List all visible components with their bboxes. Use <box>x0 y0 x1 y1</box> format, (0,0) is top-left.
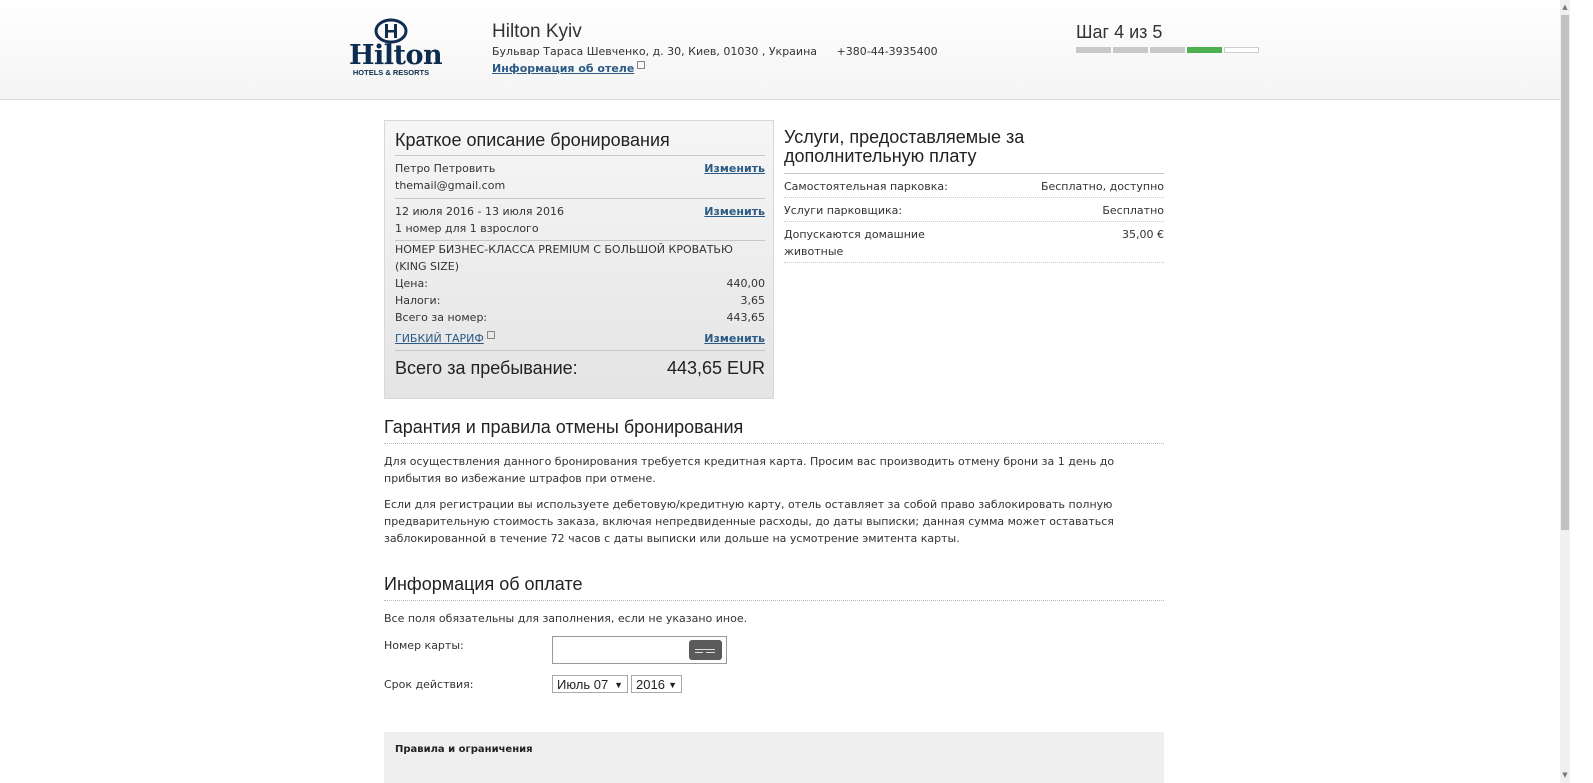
service-value: Бесплатно, доступно <box>1040 180 1164 193</box>
guest-row: Петро Петровить themail@gmail.com Измени… <box>395 160 765 194</box>
service-label: Самостоятельная парковка: <box>784 180 948 193</box>
logo-name: Hilton <box>349 40 443 71</box>
guest-email: themail@gmail.com <box>395 179 506 192</box>
divider <box>395 350 765 351</box>
scroll-up-arrow-icon[interactable]: ▲ <box>1561 2 1569 12</box>
room-type: НОМЕР БИЗНЕС-КЛАССА PREMIUM С БОЛЬШОЙ КР… <box>395 243 733 273</box>
expiry-month-select[interactable]: Июль 07 ▼ <box>552 675 628 693</box>
room-total-label: Всего за номер: <box>395 311 488 324</box>
progress-segment-5 <box>1224 47 1259 53</box>
payment-title: Информация об оплате <box>384 574 1164 601</box>
hilton-logo[interactable]: Hilton HOTELS & RESORTS <box>349 18 443 78</box>
guarantee-text-1: Для осуществления данного бронирования т… <box>384 455 1115 485</box>
paid-services-panel: Услуги, предоставляемые за дополнительну… <box>784 128 1164 263</box>
service-label: Допускаются домашние животные <box>784 228 925 258</box>
hotel-address: Бульвар Тараса Шевченко, д. 30, Киев, 01… <box>492 45 818 58</box>
page-header: Hilton HOTELS & RESORTS Hilton Kyiv Буль… <box>0 0 1560 100</box>
expiry-year-select[interactable]: 2016 ▼ <box>631 675 682 693</box>
flexible-tariff-link[interactable]: ГИБКИЙ ТАРИФ <box>395 332 484 345</box>
booking-summary-title: Краткое описание бронирования <box>395 130 670 150</box>
paid-services-title: Услуги, предоставляемые за дополнительну… <box>784 128 1164 174</box>
external-link-icon <box>486 331 495 339</box>
price-label: Цена: <box>395 277 428 290</box>
scrollbar-thumb[interactable] <box>1561 15 1569 530</box>
service-row: Услуги парковщика: Бесплатно <box>784 198 1164 222</box>
required-fields-note: Все поля обязательны для заполнения, есл… <box>384 612 748 625</box>
card-number-label: Номер карты: <box>384 639 464 652</box>
stay-total-row: Всего за пребывание: 443,65 EUR <box>395 354 765 382</box>
guarantee-title: Гарантия и правила отмены бронирования <box>384 417 1164 444</box>
hotel-info-link[interactable]: Информация об отеле <box>492 62 634 75</box>
expiry-year-value: 2016 <box>636 677 665 692</box>
expiry-label: Срок действия: <box>384 678 474 691</box>
rules-title: Правила и ограничения <box>395 744 533 755</box>
hotel-phone: +380-44-3935400 <box>836 45 938 58</box>
rooms-guests: 1 номер для 1 взрослого <box>395 222 539 235</box>
tariff-row: ГИБКИЙ ТАРИФ Изменить <box>395 330 765 347</box>
service-value: 35,00 € <box>1122 228 1164 241</box>
dropdown-arrow-icon: ▼ <box>614 680 623 690</box>
progress-segment-1 <box>1076 47 1111 53</box>
divider <box>395 155 765 156</box>
guarantee-text-2: Если для регистрации вы используете дебе… <box>384 498 1114 545</box>
credit-card-icon[interactable] <box>689 640 722 660</box>
rules-panel[interactable]: Правила и ограничения <box>384 732 1164 783</box>
service-label: Услуги парковщика: <box>784 204 903 217</box>
change-tariff-button[interactable]: Изменить <box>704 330 765 347</box>
divider <box>395 198 765 199</box>
hotel-info-link-wrap: Информация об отеле <box>492 61 646 75</box>
price-value: 440,00 <box>726 277 766 290</box>
expiry-month-value: Июль 07 <box>557 677 609 692</box>
stay-total-value: 443,65 EUR <box>666 358 765 378</box>
step-progress-bar <box>1076 47 1259 53</box>
room-total-value: 443,65 <box>726 311 766 324</box>
service-value: Бесплатно <box>1102 204 1164 217</box>
hotel-address-line: Бульвар Тараса Шевченко, д. 30, Киев, 01… <box>492 45 938 58</box>
service-row: Самостоятельная парковка: Бесплатно, дос… <box>784 174 1164 198</box>
external-link-icon <box>637 61 646 69</box>
price-row: Цена: 440,00 <box>395 275 765 292</box>
logo-subtitle: HOTELS & RESORTS <box>352 68 430 77</box>
progress-segment-2 <box>1113 47 1148 53</box>
taxes-row: Налоги: 3,65 <box>395 292 765 309</box>
guarantee-section: Гарантия и правила отмены бронирования Д… <box>384 417 1164 547</box>
booking-summary-panel: Краткое описание бронирования Петро Петр… <box>384 120 774 399</box>
payment-section: Информация об оплате Все поля обязательн… <box>384 574 1164 627</box>
progress-segment-3 <box>1150 47 1185 53</box>
taxes-label: Налоги: <box>395 294 441 307</box>
dropdown-arrow-icon: ▼ <box>668 680 677 690</box>
service-row: Допускаются домашние животные 35,00 € <box>784 222 1164 263</box>
scroll-down-arrow-icon[interactable]: ▼ <box>1561 770 1569 780</box>
stay-total-label: Всего за пребывание: <box>395 358 578 378</box>
dates-row: 12 июля 2016 - 13 июля 2016 1 номер для … <box>395 203 765 237</box>
progress-segment-4 <box>1187 47 1222 53</box>
hotel-name: Hilton Kyiv <box>492 21 582 42</box>
change-dates-button[interactable]: Изменить <box>704 203 765 220</box>
change-guest-button[interactable]: Изменить <box>704 160 765 177</box>
step-indicator-label: Шаг 4 из 5 <box>1076 22 1163 42</box>
taxes-value: 3,65 <box>740 294 766 307</box>
room-total-row: Всего за номер: 443,65 <box>395 309 765 326</box>
